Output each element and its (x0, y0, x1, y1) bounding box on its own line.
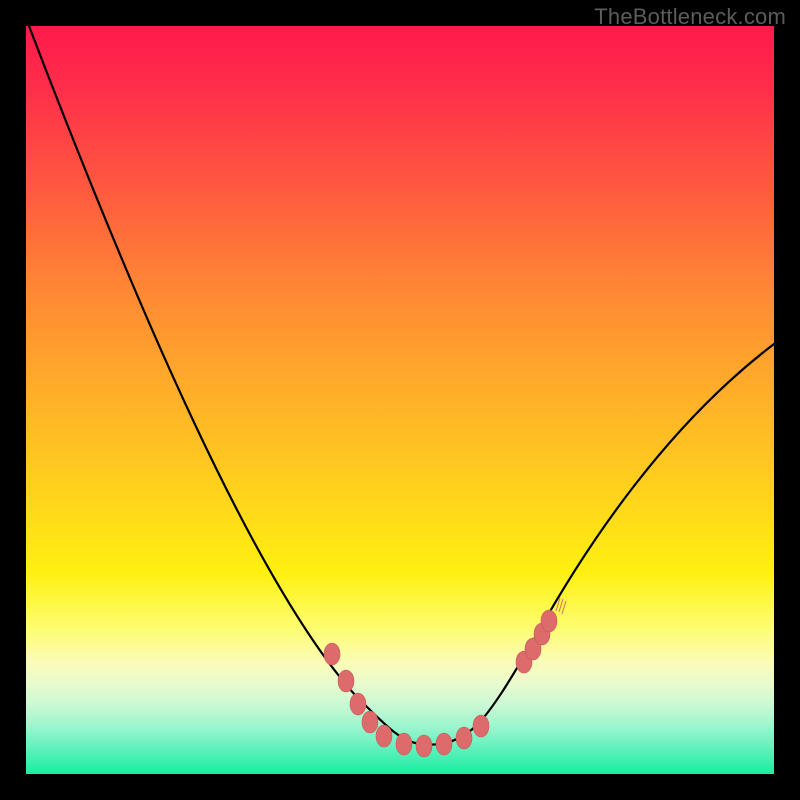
watermark-text: TheBottleneck.com (594, 4, 786, 30)
curve-marker (456, 727, 472, 749)
curve-marker (376, 725, 392, 747)
curve-left-arm (29, 26, 774, 745)
curve-layer (26, 26, 774, 774)
curve-marker (338, 670, 354, 692)
curve-marker (362, 711, 378, 733)
curve-marker (436, 733, 452, 755)
curve-marker (541, 610, 557, 632)
chart-plot-area (26, 26, 774, 774)
curve-marker (396, 733, 412, 755)
curve-marker (473, 715, 489, 737)
curve-marker (350, 693, 366, 715)
curve-markers (324, 610, 557, 757)
curve-marker (416, 735, 432, 757)
curve-marker (324, 643, 340, 665)
